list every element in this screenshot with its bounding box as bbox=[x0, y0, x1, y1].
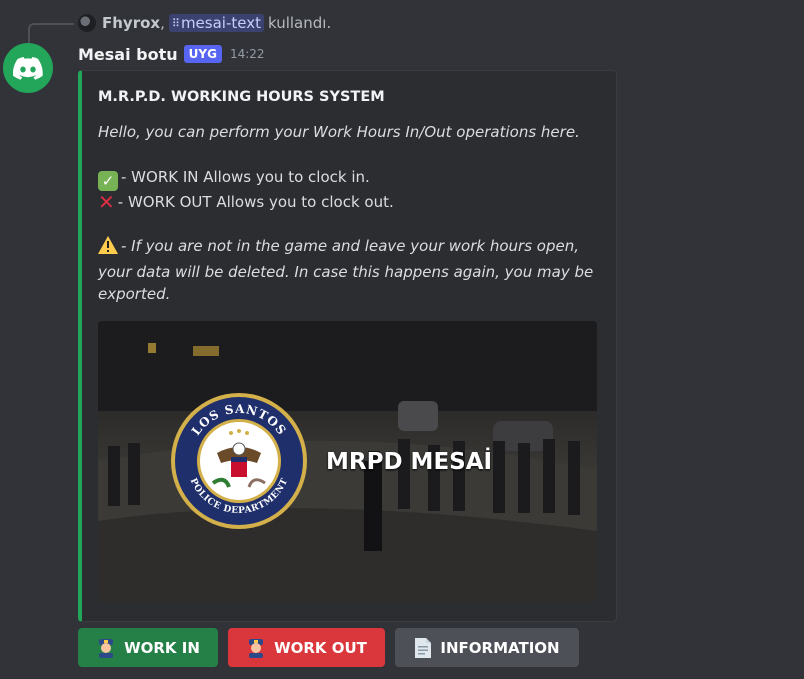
work-in-label: WORK IN bbox=[124, 638, 200, 657]
reply-username[interactable]: Fhyrox bbox=[102, 14, 160, 32]
embed-description: Hello, you can perform your Work Hours I… bbox=[98, 121, 598, 306]
information-label: INFORMATION bbox=[440, 638, 560, 657]
embed-intro: Hello, you can perform your Work Hours I… bbox=[98, 123, 580, 141]
warning-text-3: exported. bbox=[98, 285, 171, 303]
work-out-button[interactable]: WORK OUT bbox=[228, 628, 385, 667]
warning-text-2: your data will be deleted. In case this … bbox=[98, 262, 594, 281]
work-out-info: ✕ - WORK OUT Allows you to clock out. bbox=[98, 189, 598, 214]
timestamp[interactable]: 14:22 bbox=[230, 47, 265, 61]
information-button[interactable]: INFORMATION bbox=[395, 628, 579, 667]
work-in-button[interactable]: WORK IN bbox=[78, 628, 218, 667]
police-officer-icon bbox=[246, 638, 266, 658]
check-mark-icon: ✓ bbox=[98, 170, 118, 191]
cross-mark-icon: ✕ bbox=[98, 189, 115, 214]
work-out-label: WORK OUT bbox=[274, 638, 367, 657]
embed-image[interactable]: LOS SANTOS POLICE DEPARTMENT MRPD MESAİ bbox=[98, 321, 597, 602]
reply-separator: , bbox=[160, 14, 165, 32]
warning-icon bbox=[98, 236, 118, 261]
warning-text-1: - If you are not in the game and leave y… bbox=[121, 237, 579, 255]
reply-connector bbox=[28, 23, 74, 43]
message-header: Mesai botu UYG 14:22 bbox=[78, 42, 265, 66]
reply-suffix: kullandı. bbox=[267, 14, 332, 32]
slash-command-name: mesai-text bbox=[180, 14, 261, 32]
reply-avatar[interactable] bbox=[78, 14, 96, 32]
embed-title: M.R.P.D. WORKING HOURS SYSTEM bbox=[98, 89, 385, 105]
reply-reference[interactable]: Fhyrox , ⠿ mesai-text kullandı. bbox=[78, 12, 331, 34]
warning-info: - If you are not in the game and leave y… bbox=[98, 235, 598, 261]
police-officer-icon bbox=[96, 638, 116, 658]
author-name[interactable]: Mesai botu bbox=[78, 45, 178, 64]
work-in-text: - WORK IN Allows you to clock in. bbox=[121, 167, 370, 186]
bot-avatar[interactable] bbox=[3, 43, 53, 93]
app-badge: UYG bbox=[183, 45, 222, 63]
work-in-info: ✓ - WORK IN Allows you to clock in. bbox=[98, 166, 598, 191]
document-icon bbox=[414, 637, 432, 659]
slash-command-mention[interactable]: ⠿ mesai-text bbox=[168, 14, 264, 32]
police-seal-icon: LOS SANTOS POLICE DEPARTMENT bbox=[171, 393, 307, 529]
work-out-text: - WORK OUT Allows you to clock out. bbox=[117, 192, 394, 211]
image-caption: MRPD MESAİ bbox=[326, 449, 493, 475]
slash-command-icon: ⠿ bbox=[171, 16, 180, 30]
discord-logo-icon bbox=[13, 56, 43, 80]
embed: M.R.P.D. WORKING HOURS SYSTEM Hello, you… bbox=[78, 70, 617, 622]
